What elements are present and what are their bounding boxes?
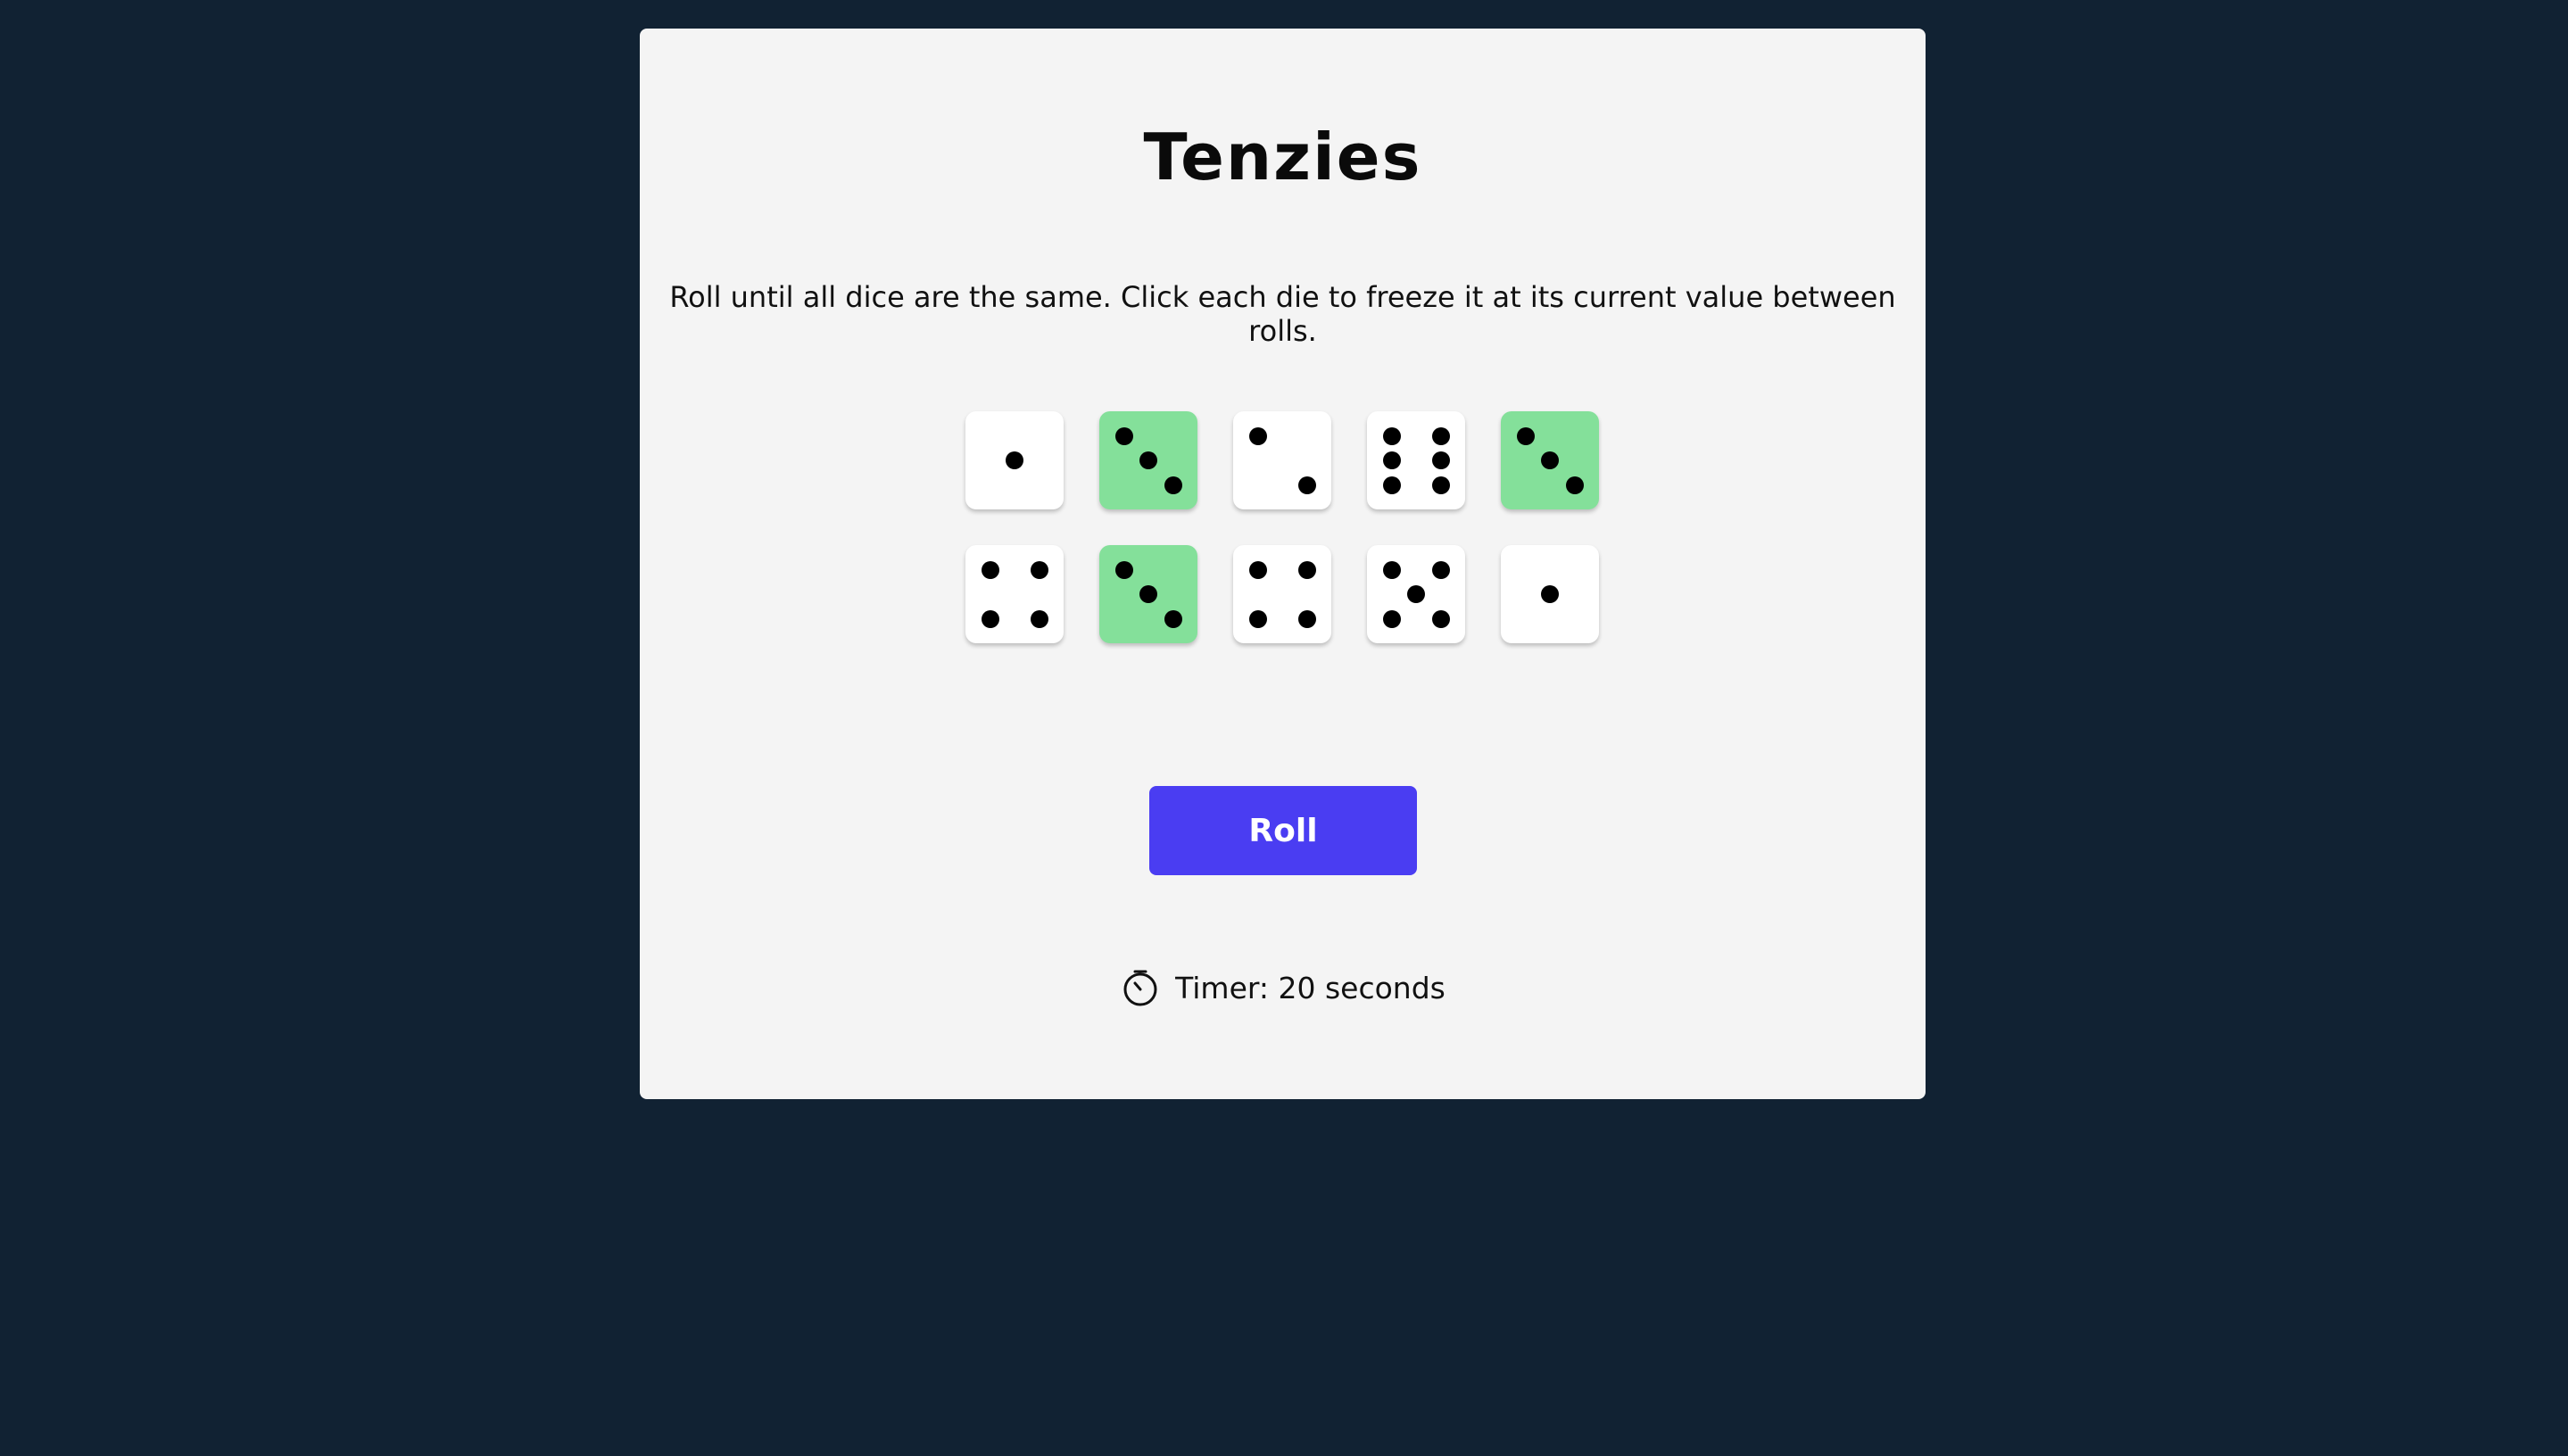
die-pip	[1382, 476, 1401, 494]
die-pip	[1431, 451, 1450, 469]
die-pip	[1541, 585, 1559, 603]
die-4[interactable]	[1367, 411, 1465, 509]
die-6[interactable]	[965, 545, 1064, 643]
die-pip	[1431, 609, 1450, 628]
stopwatch-icon	[1123, 970, 1157, 1006]
die-pip	[1030, 609, 1048, 628]
die-pip	[1516, 426, 1535, 445]
die-7[interactable]	[1099, 545, 1197, 643]
die-pip	[981, 609, 999, 628]
die-pip	[1297, 476, 1316, 494]
die-pip	[1164, 476, 1182, 494]
page-title: Tenzies	[1143, 120, 1422, 194]
instructions-text: Roll until all dice are the same. Click …	[669, 280, 1896, 349]
roll-button[interactable]: Roll	[1149, 786, 1417, 875]
die-pip	[1248, 426, 1267, 445]
die-9[interactable]	[1367, 545, 1465, 643]
die-10[interactable]	[1501, 545, 1599, 643]
die-1[interactable]	[965, 411, 1064, 509]
die-pip	[1541, 451, 1559, 469]
die-pip	[1431, 476, 1450, 494]
die-5[interactable]	[1501, 411, 1599, 509]
die-pip	[1382, 426, 1401, 445]
die-pip	[1431, 426, 1450, 445]
die-pip	[1030, 560, 1048, 579]
die-pip	[1565, 476, 1584, 494]
die-pip	[1407, 585, 1425, 603]
die-pip	[1382, 609, 1401, 628]
die-pip	[1382, 560, 1401, 579]
die-pip	[1297, 560, 1316, 579]
die-pip	[1114, 560, 1133, 579]
die-pip	[1139, 585, 1157, 603]
die-pip	[1114, 426, 1133, 445]
die-pip	[1006, 451, 1023, 469]
die-pip	[1382, 451, 1401, 469]
die-pip	[1248, 609, 1267, 628]
timer-text: Timer: 20 seconds	[1175, 970, 1446, 1005]
die-3[interactable]	[1233, 411, 1331, 509]
timer: Timer: 20 seconds	[640, 967, 1926, 1008]
dice-grid	[965, 411, 1599, 643]
die-pip	[981, 560, 999, 579]
die-pip	[1248, 560, 1267, 579]
die-pip	[1297, 609, 1316, 628]
die-8[interactable]	[1233, 545, 1331, 643]
die-2[interactable]	[1099, 411, 1197, 509]
die-pip	[1431, 560, 1450, 579]
game-card: Tenzies Roll until all dice are the same…	[640, 29, 1926, 1099]
die-pip	[1139, 451, 1157, 469]
die-pip	[1164, 609, 1182, 628]
